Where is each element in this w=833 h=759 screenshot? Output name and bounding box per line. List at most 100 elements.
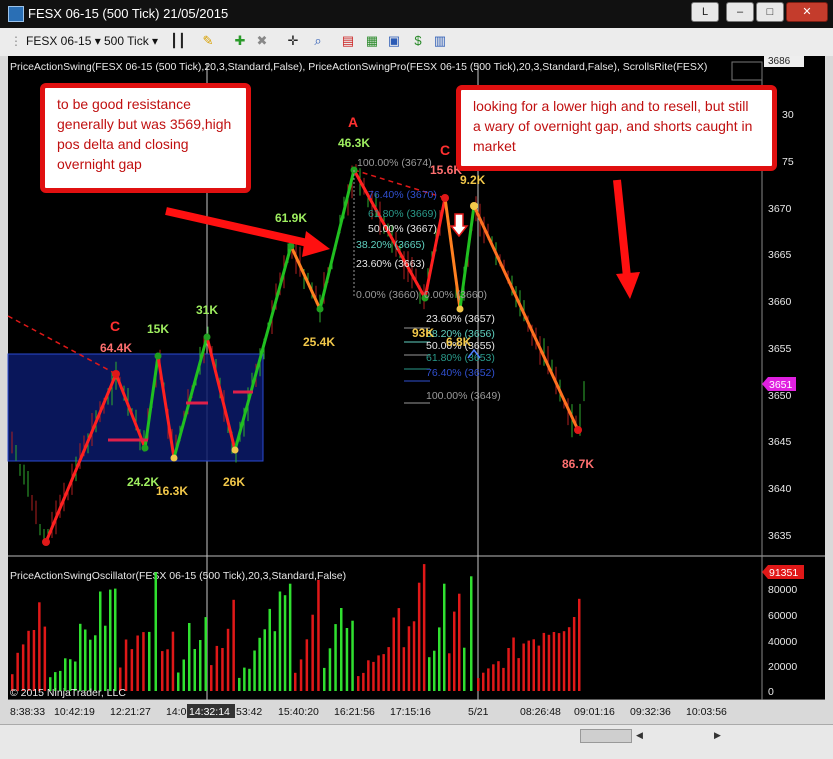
swing-point	[141, 444, 149, 452]
oscillator-bar	[458, 593, 461, 691]
dollar-icon[interactable]: $	[410, 33, 426, 49]
oscillator-bar	[136, 635, 139, 691]
swing-label: C	[110, 318, 120, 334]
bar-type-icon[interactable]: ┃┃	[170, 33, 186, 49]
swing-point	[154, 352, 162, 360]
instrument-selector[interactable]: FESX 06-15 ▾	[26, 33, 101, 50]
oscillator-bar	[557, 633, 561, 691]
oscillator-bar	[492, 664, 495, 691]
x-tick: 15:40:20	[278, 706, 319, 718]
price-indicator-label: PriceActionSwing(FESX 06-15 (500 Tick),2…	[10, 61, 707, 73]
x-tick: 10:42:19	[54, 706, 95, 718]
fib-label: 50.00% (3667)	[368, 223, 437, 235]
oscillator-bar	[278, 591, 282, 691]
annotation-note-right: looking for a lower high and to resell, …	[456, 85, 777, 171]
horizontal-scrollbar[interactable]: ◀ ▶	[0, 724, 833, 759]
x-tick: 14:32:14	[189, 706, 230, 718]
crosshair-icon[interactable]: ✛	[285, 33, 301, 49]
oscillator-bar	[562, 631, 566, 691]
swing-point	[112, 370, 120, 378]
fib-label: 61.80% (3669)	[368, 208, 437, 220]
chart-trader-icon[interactable]: ▦	[364, 33, 380, 49]
minimize-button[interactable]: –	[726, 2, 754, 22]
oscillator-bar	[268, 608, 271, 691]
y-tick: 3655	[768, 343, 792, 355]
oscillator-bar	[547, 634, 551, 691]
oscillator-bar	[317, 579, 320, 691]
y-tick: 3645	[768, 436, 792, 448]
y-tick: 3660	[768, 296, 792, 308]
oscillator-bar	[328, 648, 332, 691]
scroll-left-arrow-icon[interactable]: ◀	[636, 730, 646, 740]
oscillator-bar	[21, 644, 25, 691]
swing-label: 6.8K	[446, 335, 472, 349]
swing-label: 24.2K	[127, 475, 159, 489]
data-box-icon[interactable]: ▣	[386, 33, 402, 49]
oscillator-bar	[161, 651, 164, 691]
swing-point	[316, 305, 324, 313]
strategy-icon[interactable]: ▤	[340, 33, 356, 49]
oscillator-bar	[412, 621, 416, 691]
x-tick: 10:03:56	[686, 706, 727, 718]
oscillator-bar	[114, 588, 117, 691]
oscillator-bar	[16, 652, 19, 691]
y-tick: 75	[782, 156, 794, 168]
oscillator-indicator-label: PriceActionSwingOscillator(FESX 06-15 (5…	[10, 570, 346, 582]
swing-point	[203, 333, 211, 341]
x-tick: 8:38:33	[10, 706, 45, 718]
oscillator-bar	[357, 676, 360, 691]
pencil-icon[interactable]: ✎	[200, 33, 216, 49]
fib-label: 38.20% (3665)	[356, 239, 425, 251]
oscillator-bar	[311, 614, 314, 691]
x-tick: 08:26:48	[520, 706, 561, 718]
x-tick: 09:32:36	[630, 706, 671, 718]
oscillator-bar	[392, 617, 395, 691]
oscillator-bar	[232, 599, 235, 691]
maximize-button[interactable]: □	[756, 2, 784, 22]
x-tick: 53:42	[236, 706, 262, 718]
instrument-label: FESX 06-15	[26, 34, 92, 48]
scroll-right-arrow-icon[interactable]: ▶	[714, 730, 724, 740]
oscillator-bar	[283, 595, 287, 691]
interval-selector[interactable]: 500 Tick ▾	[104, 33, 158, 50]
y-tick: 3665	[768, 249, 792, 261]
oscillator-bar	[367, 660, 370, 691]
swing-label: 9.2K	[460, 173, 486, 187]
fib-label: 23.60% (3657)	[426, 313, 495, 325]
properties-icon[interactable]: ▥	[432, 33, 448, 49]
oscillator-bar	[340, 608, 343, 691]
oscillator-bar	[334, 624, 337, 691]
add-indicator-icon[interactable]: ✚	[232, 33, 248, 49]
oscillator-bar	[552, 632, 556, 691]
oscillator-bar	[248, 668, 251, 691]
oscillator-bar	[482, 672, 485, 691]
oscillator-bar	[422, 564, 426, 691]
close-button[interactable]: ✕	[786, 2, 828, 22]
swing-label: 31K	[196, 303, 218, 317]
oscillator-bar	[463, 647, 466, 691]
fib-label: 0.00% (3660)	[424, 289, 487, 301]
swing-point	[170, 454, 178, 462]
oscillator-bar	[345, 628, 349, 691]
fib-label: 76.40% (3652)	[426, 367, 495, 379]
swing-label: 25.4K	[303, 335, 335, 349]
swing-label: 64.4K	[100, 341, 132, 355]
oscillator-bar	[382, 654, 385, 691]
remove-indicator-icon[interactable]: ✖	[254, 33, 270, 49]
x-tick: 16:21:56	[334, 706, 375, 718]
y-tick: 20000	[768, 661, 797, 673]
oscillator-bar	[104, 625, 107, 691]
link-button[interactable]: L	[691, 2, 719, 22]
oscillator-bar	[497, 661, 500, 691]
y-tick: 0	[768, 686, 774, 698]
title-bar: FESX 06-15 (500 Tick) 21/05/2015 L – □ ✕	[0, 0, 833, 28]
swing-label: C	[440, 142, 450, 158]
y-tick: 3635	[768, 530, 792, 542]
oscillator-bar	[253, 650, 256, 691]
swing-label: 46.3K	[338, 136, 370, 150]
scroll-thumb[interactable]	[580, 729, 632, 743]
x-tick: 17:15:16	[390, 706, 431, 718]
zoom-icon[interactable]: ⌕	[310, 33, 326, 49]
oscillator-bar	[204, 617, 207, 691]
oscillator-bar	[238, 677, 241, 691]
